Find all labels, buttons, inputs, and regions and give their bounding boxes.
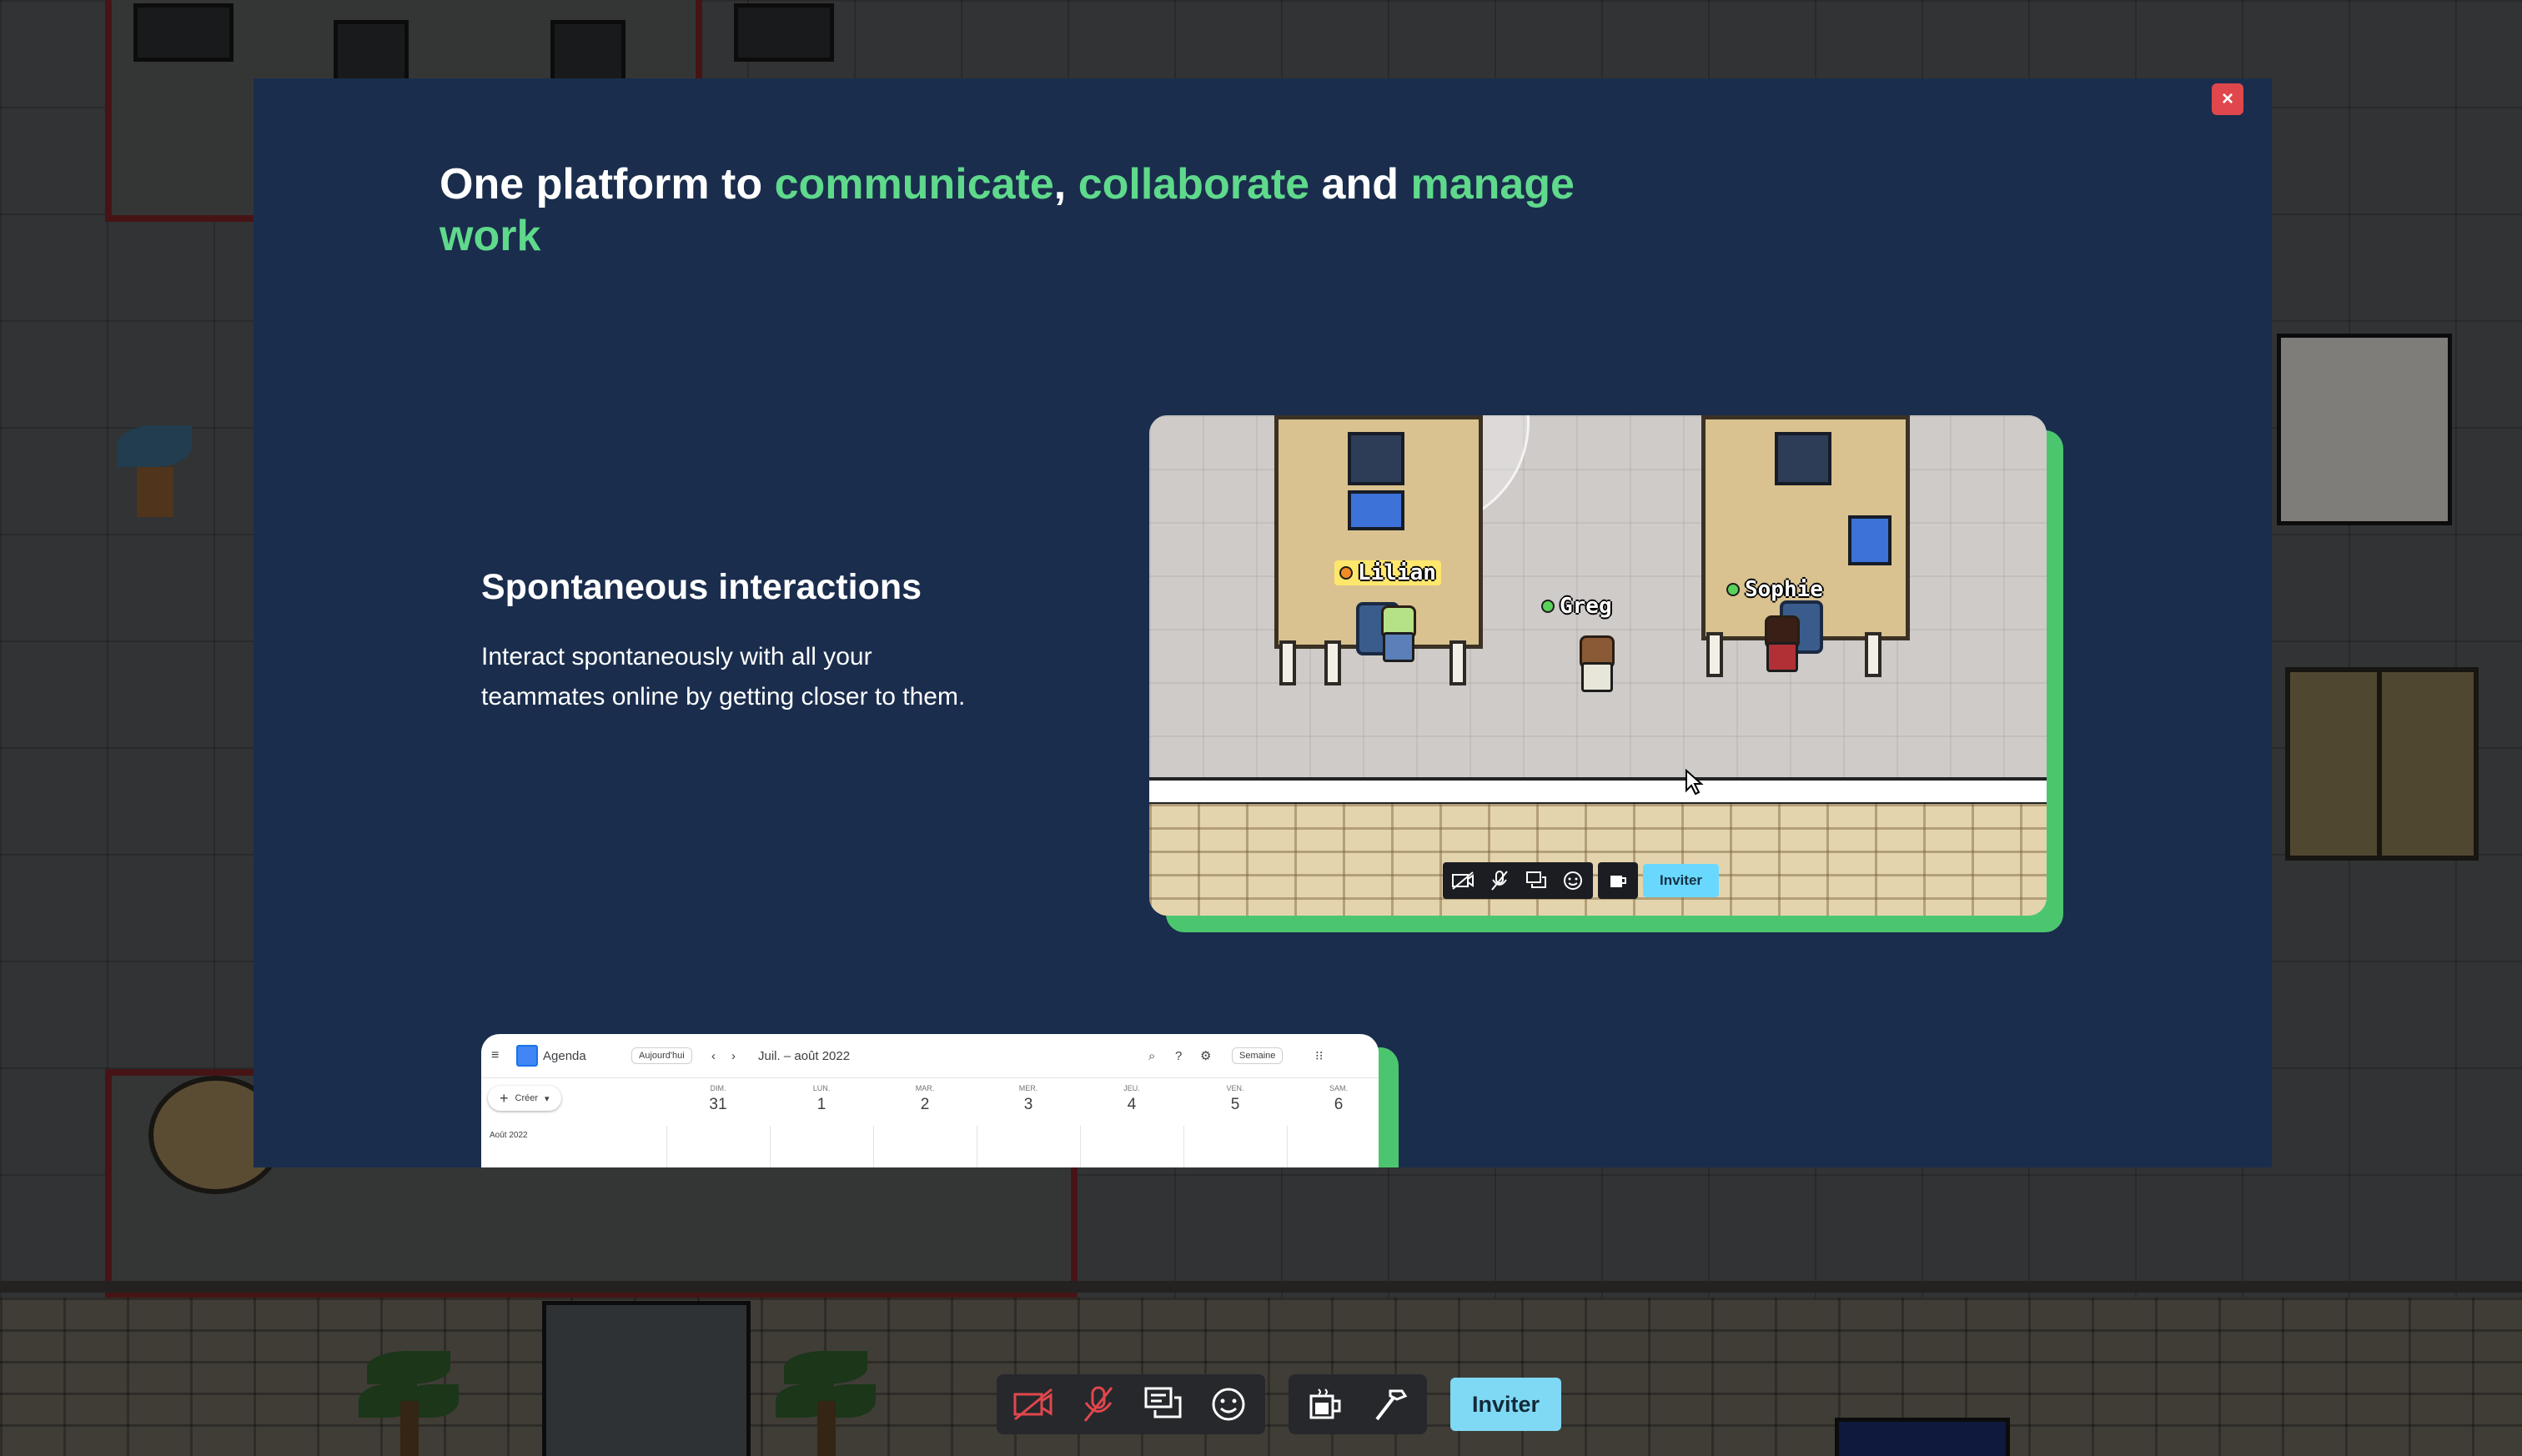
preview-scene: Lilian Greg Sophie Inviter [1149, 415, 2047, 916]
desk-leg [1865, 632, 1881, 677]
coffee-break-icon[interactable] [1300, 1379, 1350, 1429]
camera-off-icon[interactable] [1008, 1379, 1058, 1429]
hammer-icon[interactable] [1365, 1379, 1415, 1429]
caret-down-icon: ▾ [545, 1093, 550, 1104]
view-select: Semaine [1232, 1047, 1284, 1064]
calendar-header: ≡ Agenda Aujourd'hui ‹ › Juil. – août 20… [481, 1034, 1379, 1078]
preview-toolbar-group [1598, 862, 1638, 899]
avatar-lilian [1376, 605, 1416, 665]
calendar-day: MAR. 2 [915, 1084, 935, 1113]
desk-leg [1449, 640, 1466, 685]
grid-line [1287, 1126, 1288, 1167]
chat-icon [1523, 867, 1550, 894]
invite-button[interactable]: Inviter [1450, 1378, 1562, 1431]
preview-monitor [1348, 432, 1404, 485]
desk-leg [1279, 640, 1296, 685]
calendar-app-name: Agenda [543, 1048, 586, 1063]
calendar-day: MER. 3 [1018, 1084, 1038, 1113]
preview-invite-button: Inviter [1643, 864, 1720, 897]
camera-off-icon [1449, 867, 1476, 894]
desk-leg [1324, 640, 1341, 685]
close-button[interactable]: × [2212, 83, 2243, 115]
grid-line [1183, 1126, 1184, 1167]
headline-text: One platform to [440, 160, 775, 208]
headline-text: and [1309, 160, 1411, 208]
avatar-greg [1575, 635, 1615, 695]
grid-line [770, 1126, 771, 1167]
feature-title: Spontaneous interactions [481, 567, 922, 607]
calendar-preview-image: ≡ Agenda Aujourd'hui ‹ › Juil. – août 20… [481, 1034, 1399, 1167]
avatar-name-tag: Sophie [1721, 577, 1828, 602]
preview-monitor [1775, 432, 1831, 485]
headline-text: , [1053, 160, 1078, 208]
feature-preview-image: Lilian Greg Sophie Inviter [1149, 415, 2063, 932]
preview-wall [1149, 777, 2047, 806]
emoji-icon[interactable] [1203, 1379, 1253, 1429]
chat-icon[interactable] [1138, 1379, 1188, 1429]
preview-laptop [1848, 515, 1892, 565]
settings-icon: ⚙ [1200, 1049, 1212, 1063]
modal-headline: One platform to communicate, collaborate… [440, 158, 1624, 262]
emoji-icon [1560, 867, 1586, 894]
help-icon: ? [1175, 1048, 1183, 1063]
menu-icon: ≡ [491, 1048, 500, 1062]
avatar-name-tag: Lilian [1334, 560, 1441, 585]
mini-month-label: Août 2022 [490, 1131, 528, 1140]
avatar-name-tag: Greg [1536, 594, 1617, 619]
prev-arrow-icon: ‹ [711, 1048, 716, 1063]
calendar-day: LUN. 1 [812, 1084, 831, 1113]
grid-line [1080, 1126, 1081, 1167]
preview-toolbar-group [1443, 862, 1593, 899]
calendar-logo-icon [516, 1045, 538, 1067]
close-icon: × [2221, 88, 2233, 110]
today-button: Aujourd'hui [631, 1047, 692, 1064]
calendar-day: SAM. 6 [1329, 1084, 1348, 1113]
feature-description: Interact spontaneously with all your tea… [481, 643, 966, 710]
create-label: Créer [515, 1093, 539, 1103]
grid-line [873, 1126, 874, 1167]
headline-highlight-collaborate: collaborate [1078, 160, 1310, 208]
next-arrow-icon: › [731, 1048, 736, 1063]
bottom-toolbar: Inviter [997, 1374, 1562, 1434]
media-controls [997, 1374, 1265, 1434]
break-tools [1289, 1374, 1427, 1434]
calendar-app: ≡ Agenda Aujourd'hui ‹ › Juil. – août 20… [481, 1034, 1379, 1167]
calendar-day: VEN. 5 [1226, 1084, 1244, 1113]
search-icon: ⌕ [1148, 1048, 1156, 1063]
mouse-cursor-icon [1686, 769, 1704, 796]
onboarding-modal: × One platform to communicate, collabora… [254, 78, 2272, 1167]
preview-monitor [1348, 490, 1404, 530]
mic-off-icon [1486, 867, 1513, 894]
apps-grid-icon: ⁝⁝ [1315, 1049, 1324, 1063]
date-range: Juil. – août 2022 [758, 1048, 851, 1063]
desk-leg [1706, 632, 1723, 677]
coffee-break-icon [1605, 867, 1631, 894]
calendar-day: DIM. 31 [709, 1084, 727, 1113]
mic-off-icon[interactable] [1073, 1379, 1123, 1429]
headline-highlight-communicate: communicate [774, 160, 1054, 208]
calendar-day: JEU. 4 [1123, 1084, 1140, 1113]
grid-line [666, 1126, 667, 1167]
preview-toolbar: Inviter [1443, 862, 1720, 899]
avatar-sophie [1760, 615, 1800, 675]
plus-icon: + [500, 1089, 509, 1107]
create-event-button: + Créer ▾ [488, 1086, 561, 1111]
